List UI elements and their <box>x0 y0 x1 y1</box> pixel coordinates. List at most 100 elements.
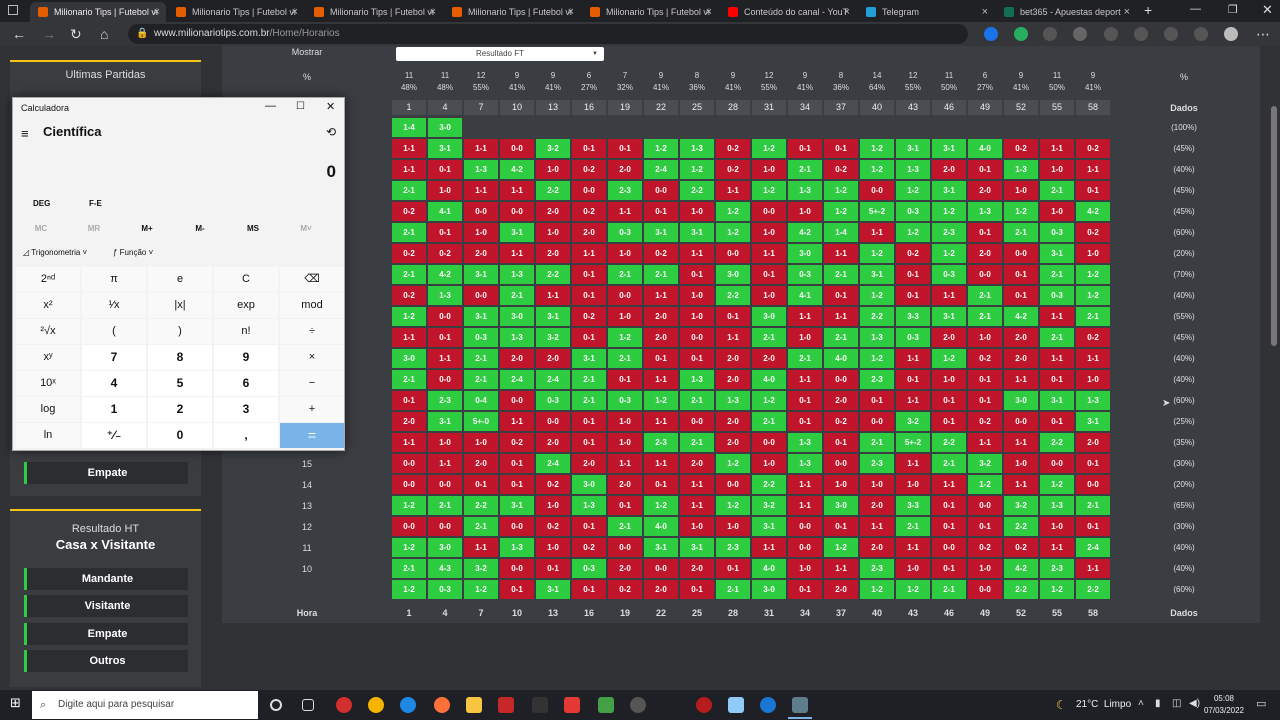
score-cell[interactable]: 0-1 <box>860 391 894 410</box>
memory-button[interactable]: M- <box>180 224 220 233</box>
score-cell[interactable]: 1-3 <box>680 139 714 158</box>
score-cell[interactable]: 1-0 <box>536 160 570 179</box>
outros-button[interactable]: Outros <box>24 650 188 672</box>
calc-key[interactable]: ¹⁄x <box>82 293 146 318</box>
score-cell[interactable]: 0-1 <box>968 517 1002 536</box>
calc-close-icon[interactable]: ✕ <box>326 100 335 113</box>
score-cell[interactable]: 1-1 <box>1004 370 1038 389</box>
home-icon[interactable]: ⌂ <box>100 26 108 42</box>
calc-key[interactable]: ⁺∕₋ <box>82 423 146 448</box>
score-cell[interactable]: 1-1 <box>536 286 570 305</box>
taskbar-search[interactable]: ⌕ Digite aqui para pesquisar <box>32 691 258 719</box>
score-cell[interactable]: 2-1 <box>860 433 894 452</box>
score-cell[interactable]: 1-1 <box>1040 139 1074 158</box>
forward-icon[interactable]: → <box>42 26 56 42</box>
minute-header[interactable]: 37 <box>824 100 858 115</box>
score-cell[interactable]: 2-1 <box>500 286 534 305</box>
score-cell[interactable]: 3-0 <box>824 496 858 515</box>
score-cell[interactable]: 1-1 <box>932 475 966 494</box>
score-cell[interactable]: 0-2 <box>824 160 858 179</box>
calc-key[interactable]: ) <box>148 319 212 344</box>
score-cell[interactable]: 0-0 <box>968 265 1002 284</box>
score-cell[interactable]: 2-1 <box>968 286 1002 305</box>
score-cell[interactable]: 1-0 <box>536 496 570 515</box>
score-cell[interactable]: 0-1 <box>824 286 858 305</box>
score-cell[interactable]: 1-2 <box>752 181 786 200</box>
score-cell[interactable]: 2-0 <box>860 496 894 515</box>
score-cell[interactable]: 3-2 <box>536 328 570 347</box>
score-cell[interactable]: 2-0 <box>968 244 1002 263</box>
browser-tab[interactable]: Conteúdo do canal - YouT × <box>720 2 856 22</box>
score-cell[interactable]: 3-0 <box>428 118 462 137</box>
minute-header[interactable]: 10 <box>500 100 534 115</box>
function-dropdown[interactable]: ƒ Função ˅ <box>113 248 153 257</box>
favorites-icon[interactable] <box>1104 27 1118 41</box>
score-cell[interactable]: 1-1 <box>500 181 534 200</box>
memory-button[interactable]: MC <box>21 224 61 233</box>
score-cell[interactable]: 0-1 <box>500 454 534 473</box>
tab-close-icon[interactable]: × <box>568 2 574 22</box>
score-cell[interactable]: 0-1 <box>1076 181 1110 200</box>
minute-header[interactable]: 1 <box>392 100 426 115</box>
score-cell[interactable]: 0-0 <box>788 517 822 536</box>
empate-button[interactable]: Empate <box>24 462 188 484</box>
score-cell[interactable]: 2-0 <box>716 433 750 452</box>
score-cell[interactable]: 1-1 <box>392 160 426 179</box>
score-cell[interactable]: 1-1 <box>860 517 894 536</box>
score-cell[interactable]: 2-1 <box>464 517 498 536</box>
url-bar[interactable]: 🔒 www.milionariotips.com.br/Home/Horario… <box>128 24 968 44</box>
score-cell[interactable]: 0-1 <box>428 160 462 179</box>
score-cell[interactable]: 1-2 <box>644 139 678 158</box>
score-cell[interactable]: 0-1 <box>644 349 678 368</box>
score-cell[interactable]: 2-0 <box>680 454 714 473</box>
score-cell[interactable]: 1-2 <box>824 538 858 557</box>
calc-key[interactable]: 2ⁿᵈ <box>16 267 80 292</box>
score-cell[interactable]: 1-2 <box>608 328 642 347</box>
share-icon[interactable] <box>1194 27 1208 41</box>
score-cell[interactable]: 2-0 <box>644 580 678 599</box>
score-cell[interactable]: 1-1 <box>896 538 930 557</box>
score-cell[interactable]: 0-1 <box>932 391 966 410</box>
minute-header[interactable]: 31 <box>752 100 786 115</box>
memory-button[interactable]: M+ <box>127 224 167 233</box>
calc-key[interactable]: 9 <box>214 345 278 370</box>
calc-key[interactable]: , <box>214 423 278 448</box>
score-cell[interactable]: 0-2 <box>716 160 750 179</box>
score-cell[interactable]: 1-1 <box>644 286 678 305</box>
score-cell[interactable]: 3-2 <box>752 496 786 515</box>
score-cell[interactable]: 1-1 <box>1004 475 1038 494</box>
score-cell[interactable]: 2-0 <box>716 349 750 368</box>
score-cell[interactable]: 1-1 <box>968 433 1002 452</box>
score-cell[interactable]: 1-0 <box>464 223 498 242</box>
score-cell[interactable]: 0-1 <box>932 496 966 515</box>
score-cell[interactable]: 2-0 <box>824 580 858 599</box>
score-cell[interactable]: 1-3 <box>716 391 750 410</box>
tab-close-icon[interactable]: × <box>982 2 988 22</box>
score-cell[interactable]: 2-1 <box>932 580 966 599</box>
score-cell[interactable]: 1-2 <box>716 496 750 515</box>
score-cell[interactable]: 4-2 <box>1076 202 1110 221</box>
score-cell[interactable]: 1-2 <box>932 202 966 221</box>
score-cell[interactable]: 3-1 <box>644 538 678 557</box>
score-cell[interactable]: 3-0 <box>752 580 786 599</box>
calc-key[interactable]: ²√x <box>16 319 80 344</box>
score-cell[interactable]: 1-3 <box>428 286 462 305</box>
score-cell[interactable]: 0-1 <box>536 559 570 578</box>
score-cell[interactable]: 0-0 <box>428 370 462 389</box>
score-cell[interactable]: 1-1 <box>752 244 786 263</box>
score-cell[interactable]: 0-0 <box>608 538 642 557</box>
score-cell[interactable]: 2-0 <box>392 412 426 431</box>
score-cell[interactable]: 3-1 <box>500 496 534 515</box>
new-tab-icon[interactable]: + <box>1144 2 1152 18</box>
score-cell[interactable]: 2-1 <box>644 265 678 284</box>
reload-icon[interactable]: ↻ <box>70 26 82 42</box>
score-cell[interactable]: 1-2 <box>860 349 894 368</box>
calc-key[interactable]: − <box>280 371 344 396</box>
score-cell[interactable]: 2-3 <box>428 391 462 410</box>
back-icon[interactable]: ← <box>12 26 26 42</box>
minute-header[interactable]: 7 <box>464 100 498 115</box>
score-cell[interactable]: 1-0 <box>680 286 714 305</box>
score-cell[interactable]: 2-1 <box>752 412 786 431</box>
minute-header[interactable]: 55 <box>1040 100 1074 115</box>
score-cell[interactable]: 0-1 <box>572 286 606 305</box>
